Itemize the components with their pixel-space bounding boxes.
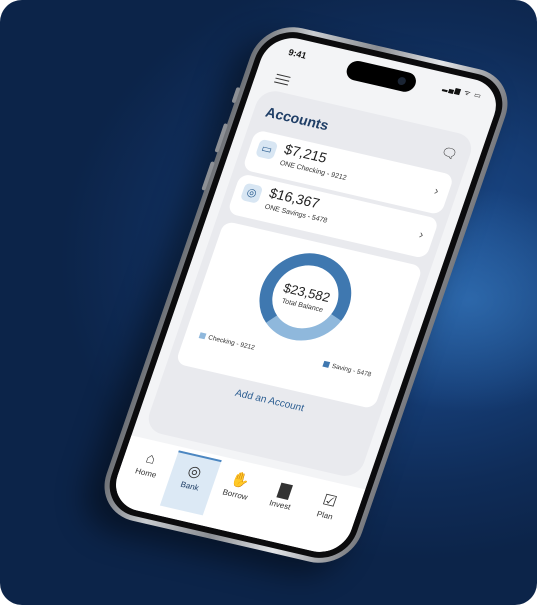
legend-swatch bbox=[322, 361, 330, 369]
page-title: Accounts bbox=[263, 103, 331, 134]
phone-screen: 9:41 ▂▄▆ ᯤ ▭ Accounts 🗨 ▭ $7,215 ONE Che… bbox=[107, 32, 505, 558]
phone-stage: 9:41 ▂▄▆ ᯤ ▭ Accounts 🗨 ▭ $7,215 ONE Che… bbox=[0, 0, 537, 605]
chevron-right-icon: › bbox=[417, 227, 426, 242]
tab-label: Plan bbox=[315, 509, 335, 522]
tab-home[interactable]: ⌂ Home bbox=[123, 446, 175, 483]
tab-plan[interactable]: ☑ Plan bbox=[302, 487, 354, 524]
accounts-panel: Accounts 🗨 ▭ $7,215 ONE Checking - 9212 … bbox=[143, 87, 477, 480]
legend-swatch bbox=[198, 332, 207, 340]
clipboard-icon: ☑ bbox=[320, 491, 340, 511]
phone-bezel: 9:41 ▂▄▆ ᯤ ▭ Accounts 🗨 ▭ $7,215 ONE Che… bbox=[100, 25, 512, 565]
status-icons: ▂▄▆ ᯤ ▭ bbox=[441, 84, 483, 101]
tab-label: Bank bbox=[179, 479, 201, 493]
legend-saving: Saving - 5478 bbox=[322, 361, 373, 379]
background-card: 9:41 ▂▄▆ ᯤ ▭ Accounts 🗨 ▭ $7,215 ONE Che… bbox=[0, 0, 537, 605]
card-icon: ▭ bbox=[255, 138, 279, 161]
chevron-right-icon: › bbox=[432, 183, 441, 198]
home-icon: ⌂ bbox=[143, 449, 158, 468]
chat-icon[interactable]: 🗨 bbox=[438, 144, 460, 163]
piggy-bank-icon: ◎ bbox=[185, 462, 204, 482]
tab-invest[interactable]: ▇ Invest bbox=[257, 477, 309, 514]
phone-device: 9:41 ▂▄▆ ᯤ ▭ Accounts 🗨 ▭ $7,215 ONE Che… bbox=[93, 19, 519, 571]
legend-label: Saving - 5478 bbox=[330, 362, 373, 379]
bar-chart-icon: ▇ bbox=[276, 481, 294, 501]
piggy-bank-icon: ◎ bbox=[239, 182, 264, 204]
dynamic-island bbox=[343, 58, 419, 94]
tab-borrow[interactable]: ✋ Borrow bbox=[212, 466, 264, 503]
camera-icon bbox=[396, 76, 407, 86]
legend-label: Checking - 9212 bbox=[207, 334, 256, 352]
menu-icon[interactable] bbox=[273, 71, 291, 88]
status-time: 9:41 bbox=[287, 47, 308, 61]
legend-checking: Checking - 9212 bbox=[198, 332, 256, 352]
